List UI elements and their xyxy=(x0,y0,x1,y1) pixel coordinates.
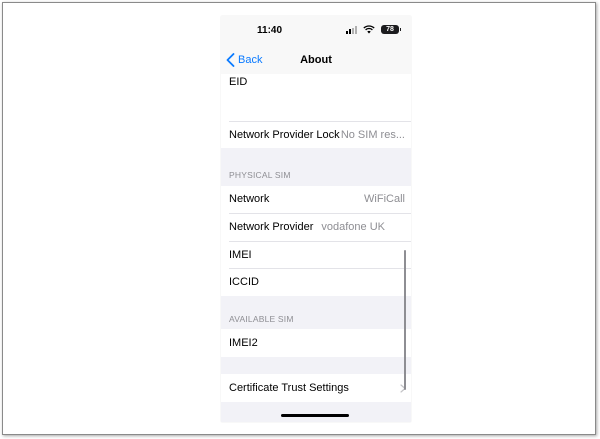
network-provider-lock-label: Network Provider Lock xyxy=(229,129,340,141)
navigation-bar: Back About xyxy=(221,46,411,74)
row-imei[interactable]: IMEI xyxy=(229,242,411,268)
page-title: About xyxy=(300,54,332,66)
row-imei2[interactable]: IMEI2 xyxy=(229,329,411,357)
settings-group-available-sim: IMEI2 xyxy=(221,329,411,357)
settings-group-certificates: Certificate Trust Settings xyxy=(221,374,411,402)
network-provider-label: Network Provider xyxy=(229,221,314,233)
status-bar: 11:40 78 xyxy=(221,16,411,46)
scrollbar[interactable] xyxy=(404,250,406,390)
wifi-icon xyxy=(363,25,375,34)
settings-group-physical-sim: Network WiFiCall Network Provider vodafo… xyxy=(221,186,411,296)
certificate-trust-settings-label: Certificate Trust Settings xyxy=(229,382,349,394)
row-iccid[interactable]: ICCID xyxy=(229,269,411,295)
eid-label: EID xyxy=(229,76,248,88)
phone-screen: 11:40 78 Back About EID Network Provider… xyxy=(221,16,411,422)
section-header-physical-sim: PHYSICAL SIM xyxy=(229,170,291,180)
row-network-provider-lock[interactable]: Network Provider Lock No SIM res... xyxy=(229,122,411,148)
network-provider-value: vodafone UK xyxy=(321,221,385,233)
section-header-available-sim: AVAILABLE SIM xyxy=(229,314,294,324)
home-indicator[interactable] xyxy=(281,414,349,417)
battery-icon: 78 xyxy=(381,25,401,34)
status-icons: 78 xyxy=(339,25,401,35)
imei-label: IMEI xyxy=(229,249,252,261)
network-label: Network xyxy=(229,193,270,205)
network-value: WiFiCall xyxy=(364,193,405,205)
status-time: 11:40 xyxy=(257,25,283,36)
row-network-provider[interactable]: Network Provider vodafone UK xyxy=(229,214,411,240)
iccid-label: ICCID xyxy=(229,276,259,288)
cellular-signal-icon xyxy=(346,26,359,34)
row-network[interactable]: Network WiFiCall xyxy=(229,186,411,212)
network-provider-lock-value: No SIM res... xyxy=(340,129,405,141)
settings-group-device: EID Network Provider Lock No SIM res... xyxy=(221,74,411,148)
row-eid[interactable]: EID xyxy=(229,74,411,90)
imei2-label: IMEI2 xyxy=(229,337,258,349)
row-certificate-trust-settings[interactable]: Certificate Trust Settings xyxy=(229,374,411,402)
settings-list: EID Network Provider Lock No SIM res... … xyxy=(221,74,411,422)
